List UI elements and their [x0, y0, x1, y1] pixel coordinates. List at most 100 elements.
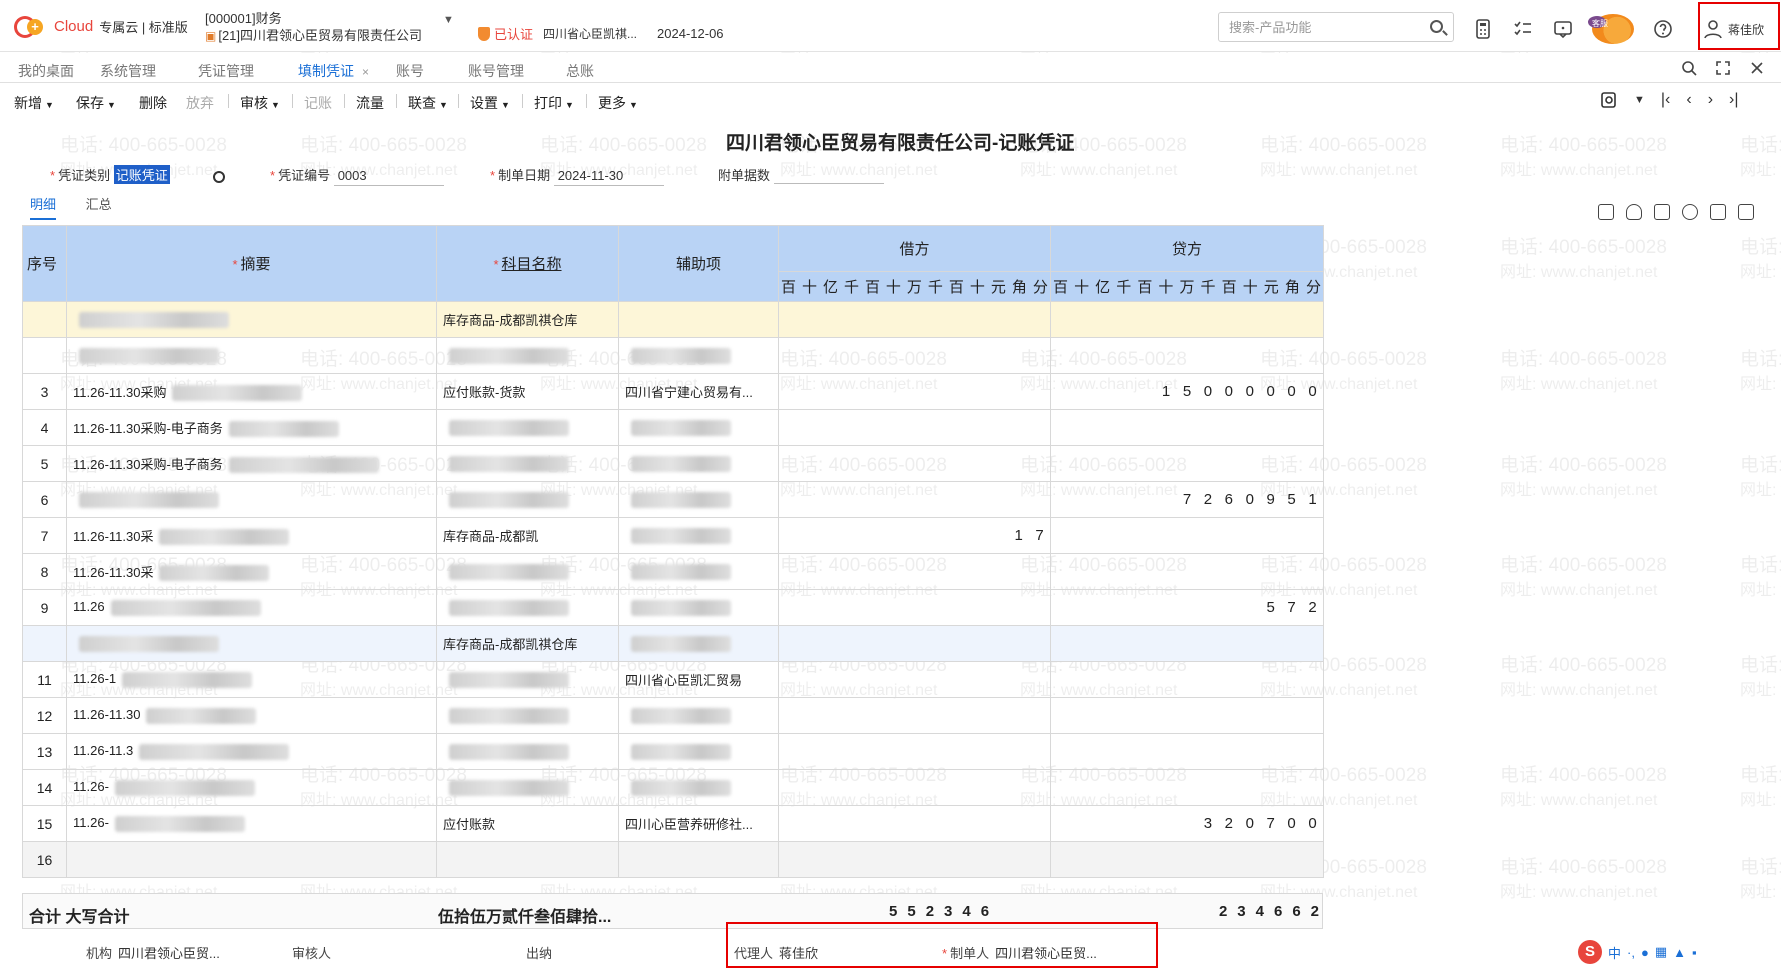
- keyboard-icon[interactable]: ▦: [1655, 944, 1667, 960]
- search-icon[interactable]: [1430, 20, 1443, 33]
- cell-credit[interactable]: [1050, 733, 1324, 770]
- cell-aux[interactable]: [618, 301, 779, 338]
- table-row[interactable]: 16: [22, 841, 1324, 878]
- cell-debit[interactable]: [778, 481, 1051, 518]
- account-switcher[interactable]: [000001]财务 ▣ [21]四川君领心臣贸易有限责任公司 ▼: [205, 10, 454, 45]
- cell-account[interactable]: 库存商品-成都凯: [436, 517, 619, 554]
- search-input[interactable]: [1219, 13, 1419, 41]
- cell-seq[interactable]: 15: [22, 805, 67, 842]
- cell-account[interactable]: [436, 733, 619, 770]
- cell-debit[interactable]: [778, 553, 1051, 590]
- cell-credit[interactable]: 15000000: [1050, 373, 1324, 410]
- search-icon[interactable]: [1681, 60, 1697, 76]
- exchange-icon[interactable]: [1682, 204, 1698, 220]
- chevron-down-icon[interactable]: ▼: [443, 12, 454, 29]
- close-icon[interactable]: [1749, 60, 1765, 76]
- cell-summary[interactable]: 11.26-11.30采购-电子商务: [66, 445, 437, 482]
- table-row[interactable]: 15 11.26- 应付账款 四川心臣营养研修社... 3 2 0 7 0 0: [22, 805, 1324, 842]
- tab-voucher-management[interactable]: 凭证管理: [198, 61, 254, 81]
- voucher-date-input[interactable]: 2024-11-30: [553, 168, 664, 186]
- ime-punct[interactable]: ·,: [1627, 945, 1635, 960]
- voucher-number-input[interactable]: 0003: [333, 168, 444, 186]
- cell-debit[interactable]: [778, 589, 1051, 626]
- cell-seq[interactable]: 4: [22, 409, 67, 446]
- cell-account[interactable]: 库存商品-成都凯祺仓库: [436, 625, 619, 662]
- cell-credit[interactable]: 572: [1050, 589, 1324, 626]
- cell-seq[interactable]: [22, 625, 67, 662]
- org-value[interactable]: 四川君领心臣贸...: [118, 946, 220, 961]
- cell-credit[interactable]: [1050, 337, 1324, 374]
- cell-summary[interactable]: 11.26-11.30采购-电子商务: [66, 409, 437, 446]
- audit-button[interactable]: 审核 ▼: [240, 93, 280, 113]
- cell-debit[interactable]: [778, 373, 1051, 410]
- cell-debit[interactable]: [778, 409, 1051, 446]
- attachment-count-input[interactable]: [773, 168, 884, 184]
- cell-aux[interactable]: [618, 337, 779, 374]
- tab-general-ledger[interactable]: 总账: [566, 61, 594, 81]
- cell-credit[interactable]: 7260951: [1050, 481, 1324, 518]
- cell-debit[interactable]: 17: [778, 517, 1051, 554]
- query-voucher-icon[interactable]: [1600, 91, 1618, 109]
- save-button[interactable]: 保存 ▼: [76, 93, 116, 113]
- cell-account[interactable]: [436, 409, 619, 446]
- cell-seq[interactable]: [22, 337, 67, 374]
- cell-summary[interactable]: [66, 481, 437, 518]
- cashflow-button[interactable]: 流量: [356, 93, 384, 113]
- table-row[interactable]: 11 11.26-1 四川省心臣凯汇贸易: [22, 661, 1324, 698]
- cell-debit[interactable]: [778, 697, 1051, 734]
- table-row[interactable]: 8 11.26-11.30采: [22, 553, 1324, 590]
- cell-seq[interactable]: 9: [22, 589, 67, 626]
- cell-aux[interactable]: [618, 481, 779, 518]
- cell-account[interactable]: [436, 337, 619, 374]
- cell-debit[interactable]: [778, 733, 1051, 770]
- column-header-account[interactable]: * 科目名称: [436, 225, 619, 302]
- money-bag-icon[interactable]: [1626, 204, 1642, 220]
- cell-aux[interactable]: [618, 841, 779, 878]
- cell-debit[interactable]: [778, 337, 1051, 374]
- cell-aux[interactable]: 四川心臣营养研修社...: [618, 805, 779, 842]
- tab-account[interactable]: 账号: [396, 61, 424, 81]
- cell-aux[interactable]: [618, 445, 779, 482]
- more-button[interactable]: 更多 ▼: [598, 93, 638, 113]
- help-icon[interactable]: [1652, 18, 1674, 40]
- cell-account[interactable]: 应付账款: [436, 805, 619, 842]
- cell-aux[interactable]: [618, 589, 779, 626]
- cell-account[interactable]: [436, 553, 619, 590]
- skin-icon[interactable]: ▲: [1673, 945, 1686, 960]
- cell-credit[interactable]: 320700: [1050, 805, 1324, 842]
- cell-seq[interactable]: 5: [22, 445, 67, 482]
- cell-debit[interactable]: [778, 769, 1051, 806]
- cell-debit[interactable]: [778, 661, 1051, 698]
- cell-aux[interactable]: [618, 697, 779, 734]
- app-logo[interactable]: + Cloud 专属云 | 标准版: [14, 14, 188, 38]
- cell-debit[interactable]: [778, 805, 1051, 842]
- drill-query-button[interactable]: 联查 ▼: [408, 93, 448, 113]
- table-row[interactable]: 14 11.26-: [22, 769, 1324, 806]
- split-icon[interactable]: [1654, 204, 1670, 220]
- cell-summary[interactable]: 11.26-11.30: [66, 697, 437, 734]
- next-record-icon[interactable]: ›: [1708, 91, 1713, 109]
- cell-seq[interactable]: 7: [22, 517, 67, 554]
- delete-button[interactable]: 删除: [139, 93, 167, 113]
- last-record-icon[interactable]: ›|: [1729, 91, 1738, 109]
- sogou-ime-icon[interactable]: S: [1578, 940, 1602, 964]
- discard-button[interactable]: 放弃: [186, 93, 214, 113]
- cell-credit[interactable]: [1050, 517, 1324, 554]
- tab-account-management[interactable]: 账号管理: [468, 61, 524, 81]
- cell-summary[interactable]: 11.26-11.30采购: [66, 373, 437, 410]
- cell-summary[interactable]: [66, 625, 437, 662]
- insert-row-icon[interactable]: [1598, 204, 1614, 220]
- table-row[interactable]: [22, 337, 1324, 374]
- cell-seq[interactable]: 6: [22, 481, 67, 518]
- cell-account[interactable]: [436, 481, 619, 518]
- column-settings-icon[interactable]: [1710, 204, 1726, 220]
- cell-credit[interactable]: [1050, 697, 1324, 734]
- post-button[interactable]: 记账: [304, 93, 332, 113]
- cell-aux[interactable]: 四川省宁建心贸易有...: [618, 373, 779, 410]
- table-row[interactable]: 3 11.26-11.30采购 应付账款-货款 四川省宁建心贸易有... 1 5 0 0 0 0 0…: [22, 373, 1324, 410]
- column-header-summary[interactable]: * 摘要: [66, 225, 437, 302]
- cell-debit[interactable]: [778, 625, 1051, 662]
- cell-debit[interactable]: [778, 841, 1051, 878]
- first-record-icon[interactable]: |‹: [1661, 91, 1670, 109]
- subtab-summary[interactable]: 汇总: [86, 194, 112, 213]
